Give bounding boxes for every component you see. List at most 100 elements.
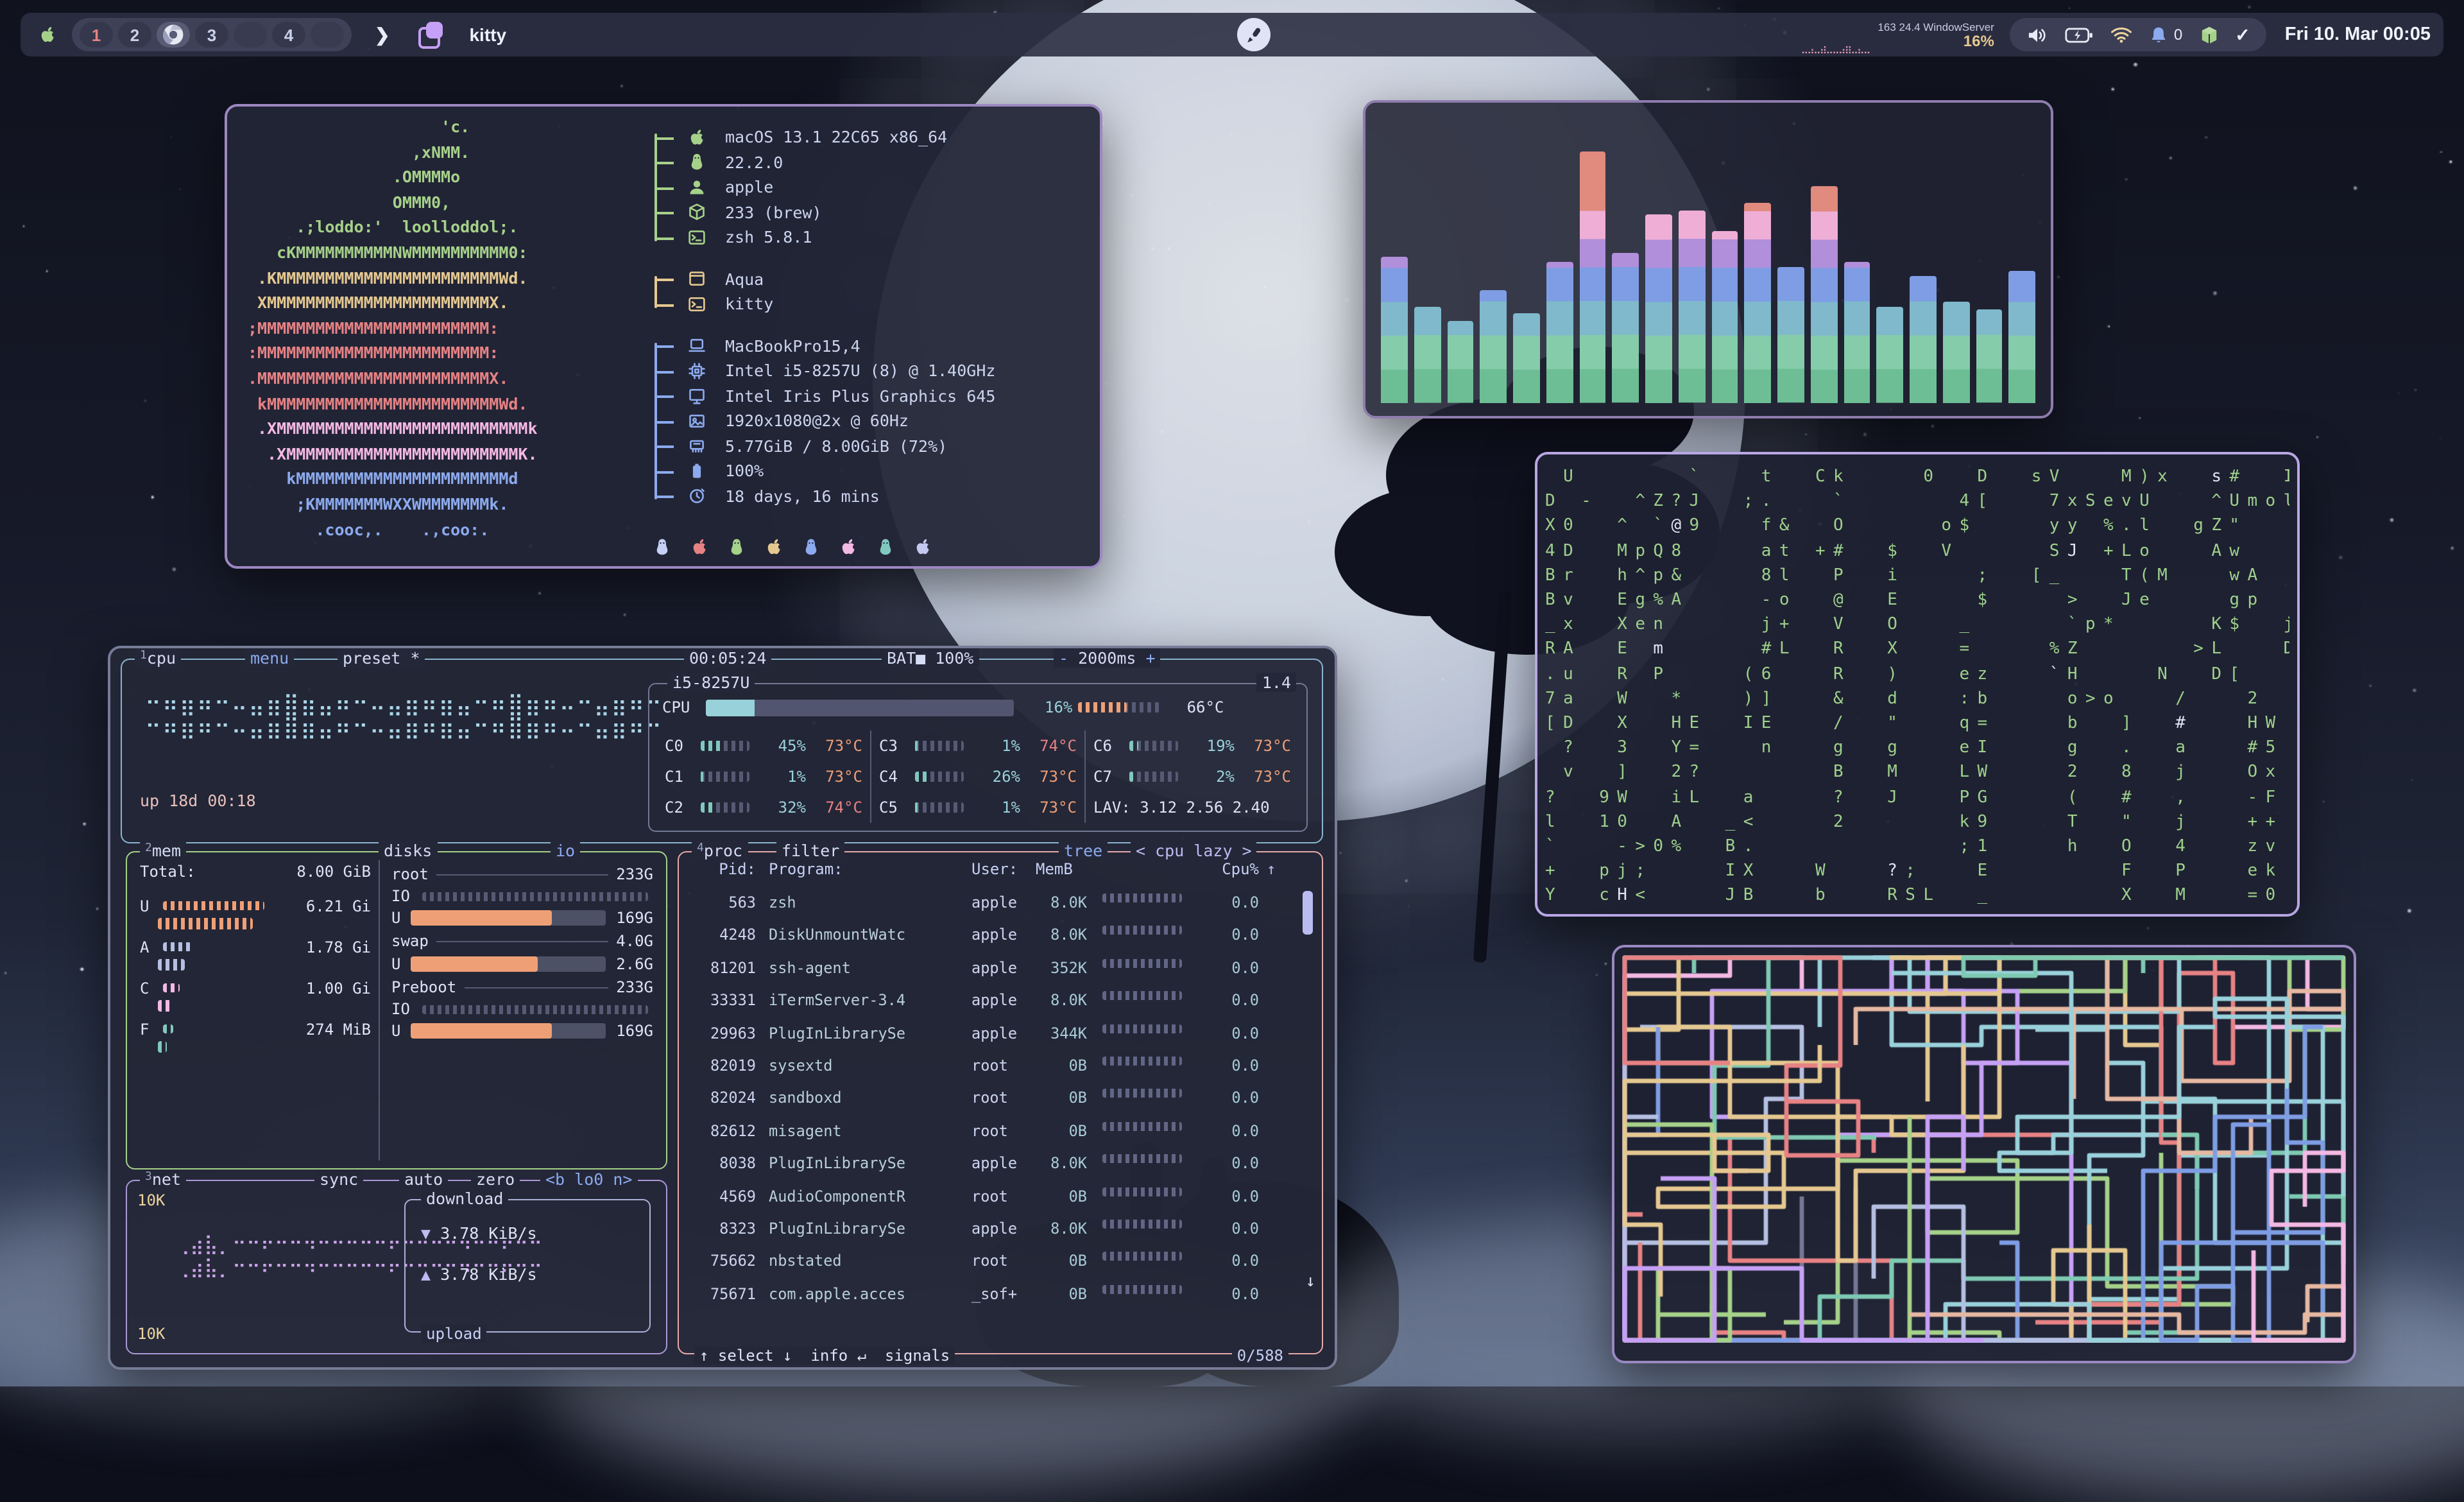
- cpu-model-label: i5-8257U: [667, 673, 755, 692]
- net-sync-button[interactable]: sync: [314, 1170, 363, 1189]
- volume-icon[interactable]: [2026, 25, 2048, 44]
- spectrum-bar-5: [1513, 313, 1540, 403]
- info-group: Aqua kitty: [651, 266, 1087, 316]
- spectrum-bar-16: [1877, 307, 1904, 403]
- net-auto-button[interactable]: auto: [399, 1170, 448, 1189]
- info-value: zsh 5.8.1: [725, 228, 812, 247]
- core-row-C6: C619%73°C: [1093, 730, 1291, 761]
- penguin-icon: [802, 538, 820, 556]
- cpu-total-label: CPU: [662, 698, 690, 716]
- system-info-list: macOS 13.1 22C65 x86_6422.2.0apple233 (b…: [651, 125, 1087, 525]
- process-row[interactable]: 563zshapple8.0K0.0: [689, 888, 1291, 921]
- user-icon: [684, 178, 710, 196]
- info-row: 1920x1080@2x @ 60Hz: [684, 408, 1087, 433]
- spectrum-bar-10: [1679, 211, 1706, 403]
- update-interval-control[interactable]: - 2000ms +: [1054, 648, 1161, 668]
- process-row[interactable]: 82612misagentroot0B0.0: [689, 1116, 1291, 1149]
- cpu-core-box: i5-8257U 1.4 CPU 16% 66°C C045%73°CC11%7…: [648, 683, 1308, 832]
- process-row[interactable]: 33331iTermServer-3.4apple8.0K0.0: [689, 986, 1291, 1019]
- io-toggle[interactable]: io: [551, 841, 580, 860]
- audio-visualizer-window: [1363, 100, 2053, 419]
- battery-charging-icon[interactable]: [2065, 26, 2093, 43]
- scroll-down-icon[interactable]: ↓: [1305, 1272, 1315, 1291]
- info-value: 5.77GiB / 8.00GiB (72%): [725, 436, 947, 456]
- process-row[interactable]: 4569AudioComponentRroot0B0.0: [689, 1182, 1291, 1214]
- workspace-1[interactable]: 1: [80, 22, 113, 47]
- apple-icon: [684, 128, 710, 146]
- memory-icon: [684, 437, 710, 455]
- network-panel: 3net sync auto zero <b lo0 n> 10K 10K ⢀⣴…: [126, 1180, 667, 1354]
- cpu-total-bar: [705, 699, 1013, 716]
- panel-clock: 00:05:24: [684, 648, 771, 668]
- info-group: MacBookPro15,4 Intel i5-8257U (8) @ 1.40G…: [651, 333, 1087, 508]
- workspace-empty[interactable]: [234, 22, 267, 47]
- spectrum-bar-18: [1943, 302, 1970, 403]
- process-row[interactable]: 29963PlugInLibrarySeapple344K0.0: [689, 1019, 1291, 1051]
- gpu-icon: [684, 387, 710, 405]
- menu-clock[interactable]: Fri 10. Mar 00:05: [2285, 24, 2431, 45]
- cpu-stats-widget[interactable]: 163 24.4 WindowServer 16% ⣀⣠⣀⣴⣀⣀⣠⣶⣀⣄⣀: [1878, 21, 1994, 49]
- spectrum-bar-17: [1910, 276, 1937, 403]
- matrix-rain-window: U ` t Ck 0 D sV M)x s# IL 9fD - ^Z?J ;. …: [1535, 452, 2300, 917]
- process-scrollbar[interactable]: [1303, 891, 1313, 1281]
- spectrum-bar-2: [1414, 307, 1441, 403]
- spectrum-bar-3: [1447, 321, 1474, 403]
- net-zero-button[interactable]: zero: [471, 1170, 520, 1189]
- penguin-icon: [684, 153, 710, 171]
- proc-panel-title: proc: [704, 841, 742, 860]
- package-icon: [684, 203, 710, 221]
- process-row[interactable]: 75671com.apple.acces_sof+0B0.0: [689, 1279, 1291, 1312]
- process-row[interactable]: 81201ssh-agentapple352K0.0: [689, 954, 1291, 987]
- workspace-chrome[interactable]: [157, 22, 190, 47]
- process-row[interactable]: 8038PlugInLibrarySeapple8.0K0.0: [689, 1149, 1291, 1182]
- tree-toggle[interactable]: tree: [1059, 841, 1108, 860]
- matrix-row: D - ^Z?J ;. ` 4[ 7xSevU ^Umol: [1545, 489, 2289, 514]
- process-row[interactable]: 82019sysextdroot0B0.0: [689, 1051, 1291, 1084]
- workspace-empty[interactable]: [311, 22, 344, 47]
- pipes-canvas: [1622, 955, 2346, 1343]
- desktop: 1234 ❯ kitty 163 24.4 WindowServer 16% ⣀…: [0, 0, 2464, 1386]
- info-row: apple: [684, 175, 1087, 200]
- filter-button[interactable]: filter: [776, 841, 844, 860]
- process-row[interactable]: 82024sandboxdroot0B0.0: [689, 1084, 1291, 1117]
- preset-button[interactable]: preset *: [338, 648, 425, 668]
- wifi-icon[interactable]: [2110, 26, 2133, 44]
- menu-button[interactable]: menu: [245, 648, 294, 668]
- disks-toggle[interactable]: disks: [379, 841, 437, 860]
- apple-menu-icon[interactable]: [38, 26, 56, 44]
- microphone-badge[interactable]: [1237, 18, 1270, 51]
- spectrum-bar-1: [1381, 256, 1408, 403]
- spectrum-bar-14: [1811, 186, 1838, 403]
- info-value: MacBookPro15,4: [725, 336, 860, 356]
- sort-selector[interactable]: < cpu lazy >: [1131, 841, 1257, 860]
- info-row: kitty: [684, 291, 1087, 316]
- package-status-icon[interactable]: [2199, 25, 2218, 44]
- matrix-row: U ` t Ck 0 D sV M)x s# IL 9f: [1545, 465, 2289, 489]
- workspace-4[interactable]: 4: [272, 22, 305, 47]
- process-row[interactable]: 8323PlugInLibrarySeapple8.0K0.0: [689, 1214, 1291, 1247]
- notification-bell-icon[interactable]: [2150, 25, 2168, 44]
- info-value: Intel i5-8257U (8) @ 1.40GHz: [725, 361, 995, 381]
- neofetch-window: 'c. ,xNMM. .OMMMMo OMMM0, .;loddo:' lool…: [225, 104, 1102, 569]
- kitty-app-icon[interactable]: [418, 22, 443, 47]
- workspace-2[interactable]: 2: [118, 22, 151, 47]
- info-row: Aqua: [684, 266, 1087, 291]
- net-interface-selector[interactable]: <b lo0 n>: [540, 1170, 637, 1189]
- memory-panel: 2mem disks io Total:8.00 GiBU6.21 Gi A1.…: [126, 851, 667, 1170]
- info-value: 22.2.0: [725, 153, 783, 172]
- core-row-C0: C045%73°C: [665, 730, 862, 761]
- cpu-icon: [684, 362, 710, 380]
- spectrum-bar-4: [1480, 290, 1507, 403]
- disk-entry-Preboot: Preboot233GIOU169G: [391, 976, 653, 1042]
- sort-direction-icon[interactable]: ↑: [1267, 860, 1276, 878]
- spectrum-bar-20: [2009, 270, 2036, 403]
- download-label: download: [421, 1189, 508, 1208]
- info-row: macOS 13.1 22C65 x86_64: [684, 125, 1087, 150]
- info-value: kitty: [725, 295, 773, 314]
- btop-monitor-window: 1cpu menu preset * 00:05:24 BAT■ 100% - …: [108, 646, 1337, 1370]
- check-icon[interactable]: ✓: [2235, 24, 2250, 46]
- cpu-total-pct: 16%: [1013, 698, 1072, 716]
- process-row[interactable]: 75662nbstatedroot0B0.0: [689, 1247, 1291, 1280]
- process-row[interactable]: 4248DiskUnmountWatcapple8.0K0.0: [689, 921, 1291, 954]
- workspace-3[interactable]: 3: [195, 22, 228, 47]
